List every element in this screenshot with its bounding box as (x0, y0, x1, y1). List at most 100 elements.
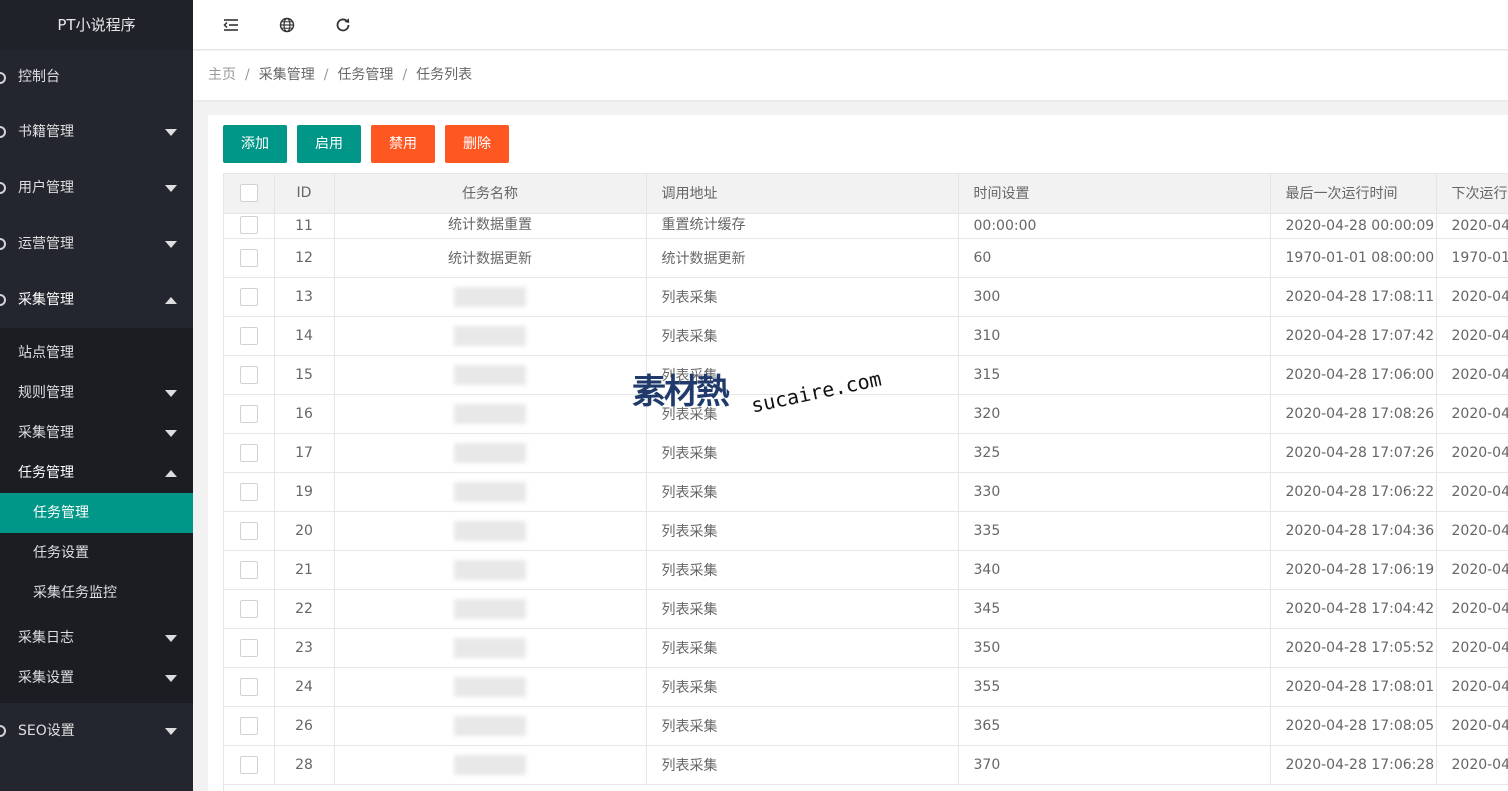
select-all-checkbox[interactable] (239, 184, 258, 203)
table-row[interactable]: 12 统计数据更新 统计数据更新 60 1970-01-01 08:00:00 1970-… (224, 238, 1508, 278)
disable-button[interactable]: 禁用 (371, 125, 435, 163)
nav-operations[interactable]: 运营管理 (0, 216, 193, 272)
row-checkbox[interactable] (239, 365, 258, 384)
row-checkbox-cell[interactable] (224, 433, 275, 473)
table-row[interactable]: 21 列表采集3402020-04-28 17:06:192020-04- (224, 550, 1508, 590)
enable-button[interactable]: 启用 (297, 125, 361, 163)
nav-collection[interactable]: 采集管理 (0, 272, 193, 328)
cell-call-url: 列表采集 (646, 667, 959, 707)
row-checkbox-cell[interactable] (224, 667, 275, 707)
table-row[interactable]: 11 统计数据重置 重置统计缓存 00:00:00 2020-04-28 00:00:0… (224, 213, 1508, 239)
row-checkbox-cell[interactable] (224, 277, 275, 317)
cell-next-run: 2020-04- (1436, 355, 1508, 395)
cell-id: 19 (274, 472, 335, 512)
cell-time-setting: 330 (958, 472, 1271, 512)
gear-icon (0, 294, 6, 306)
row-checkbox-cell[interactable] (224, 745, 275, 785)
breadcrumb-collection[interactable]: 采集管理 (259, 67, 315, 83)
header-id: ID (274, 174, 335, 214)
table-row[interactable]: 23 列表采集3502020-04-28 17:05:522020-04- (224, 628, 1508, 668)
nav-books[interactable]: 书籍管理 (0, 104, 193, 160)
cell-time-setting: 00:00:00 (958, 213, 1271, 239)
table-row[interactable]: 13 列表采集3002020-04-28 17:08:112020-04- (224, 277, 1508, 317)
row-checkbox[interactable] (239, 215, 258, 234)
row-checkbox[interactable] (239, 443, 258, 462)
row-checkbox-cell[interactable] (224, 238, 275, 278)
table-row[interactable]: 28 列表采集3702020-04-28 17:06:282020-04- (224, 745, 1508, 785)
globe-icon[interactable] (277, 15, 297, 35)
row-checkbox[interactable] (239, 521, 258, 540)
table-row[interactable]: 20 列表采集3352020-04-28 17:04:362020-04- (224, 511, 1508, 551)
breadcrumb-tasks[interactable]: 任务管理 (337, 67, 393, 83)
header-next-run: 下次运行 (1436, 174, 1508, 214)
row-checkbox-cell[interactable] (224, 511, 275, 551)
redacted-task-name (454, 286, 526, 307)
sidebar-item-logs[interactable]: 采集日志 (0, 618, 193, 658)
row-checkbox[interactable] (239, 482, 258, 501)
sidebar-item-task-settings[interactable]: 任务设置 (0, 533, 193, 573)
row-checkbox-cell[interactable] (224, 316, 275, 356)
app-logo[interactable]: PT小说程序 (0, 0, 193, 50)
row-checkbox[interactable] (239, 716, 258, 735)
header-task-name: 任务名称 (334, 174, 647, 214)
row-checkbox-cell[interactable] (224, 394, 275, 434)
nav-seo[interactable]: SEO设置 (0, 703, 193, 759)
cell-next-run: 2020-04- (1436, 316, 1508, 356)
table-row[interactable]: 24 列表采集3552020-04-28 17:08:012020-04- (224, 667, 1508, 707)
header-select-all[interactable] (224, 174, 275, 214)
collection-subnav: 站点管理 规则管理 采集管理 任务管理 任务管理 任务设置 采集任务监控 采集日… (0, 328, 193, 703)
breadcrumb-home[interactable]: 主页 (208, 67, 236, 83)
header-call-url: 调用地址 (646, 174, 959, 214)
row-checkbox[interactable] (239, 287, 258, 306)
sidebar-item-sites[interactable]: 站点管理 (0, 333, 193, 373)
sidebar-item-collect[interactable]: 采集管理 (0, 413, 193, 453)
sidebar-item-task-manage[interactable]: 任务管理 (0, 493, 193, 533)
cell-time-setting: 300 (958, 277, 1271, 317)
row-checkbox-cell[interactable] (224, 628, 275, 668)
sidebar-item-rules[interactable]: 规则管理 (0, 373, 193, 413)
cell-call-url: 列表采集 (646, 472, 959, 512)
row-checkbox-cell[interactable] (224, 472, 275, 512)
cell-task-name (334, 433, 647, 473)
redacted-task-name (454, 325, 526, 346)
row-checkbox[interactable] (239, 404, 258, 423)
row-checkbox[interactable] (239, 560, 258, 579)
row-checkbox[interactable] (239, 755, 258, 774)
table-row[interactable]: 22 列表采集3452020-04-28 17:04:422020-04- (224, 589, 1508, 629)
sidebar-item-task-monitor[interactable]: 采集任务监控 (0, 573, 193, 613)
row-checkbox-cell[interactable] (224, 213, 275, 239)
cell-next-run: 2020-04- (1436, 589, 1508, 629)
seo-icon (0, 725, 6, 737)
cell-call-url: 列表采集 (646, 589, 959, 629)
row-checkbox-cell[interactable] (224, 589, 275, 629)
table-row[interactable]: 17 列表采集3252020-04-28 17:07:262020-04- (224, 433, 1508, 473)
table-row[interactable]: 26 列表采集3652020-04-28 17:08:052020-04- (224, 706, 1508, 746)
row-checkbox-cell[interactable] (224, 550, 275, 590)
delete-button[interactable]: 删除 (445, 125, 509, 163)
row-checkbox-cell[interactable] (224, 706, 275, 746)
table-row[interactable]: 14 列表采集3102020-04-28 17:07:422020-04- (224, 316, 1508, 356)
add-button[interactable]: 添加 (223, 125, 287, 163)
row-checkbox[interactable] (239, 326, 258, 345)
row-checkbox[interactable] (239, 599, 258, 618)
sidebar-item-tasks[interactable]: 任务管理 (0, 453, 193, 493)
operations-icon (0, 238, 6, 250)
cell-task-name: 统计数据重置 (334, 213, 647, 239)
cell-next-run: 2020-04- (1436, 277, 1508, 317)
redacted-task-name (454, 754, 526, 775)
row-checkbox-cell[interactable] (224, 355, 275, 395)
table-row[interactable]: 19 列表采集3302020-04-28 17:06:222020-04- (224, 472, 1508, 512)
row-checkbox[interactable] (239, 677, 258, 696)
refresh-icon[interactable] (333, 15, 353, 35)
sub-label: 规则管理 (18, 385, 74, 401)
cell-last-run: 2020-04-28 17:06:28 (1270, 745, 1437, 785)
row-checkbox[interactable] (239, 638, 258, 657)
cell-last-run: 2020-04-28 17:08:01 (1270, 667, 1437, 707)
row-checkbox[interactable] (239, 248, 258, 267)
nav-users[interactable]: 用户管理 (0, 160, 193, 216)
nav-dashboard[interactable]: 控制台 (0, 50, 193, 104)
cell-task-name (334, 550, 647, 590)
menu-collapse-icon[interactable] (221, 15, 241, 35)
cell-next-run: 2020-04- (1436, 472, 1508, 512)
sidebar-item-collect-settings[interactable]: 采集设置 (0, 658, 193, 698)
